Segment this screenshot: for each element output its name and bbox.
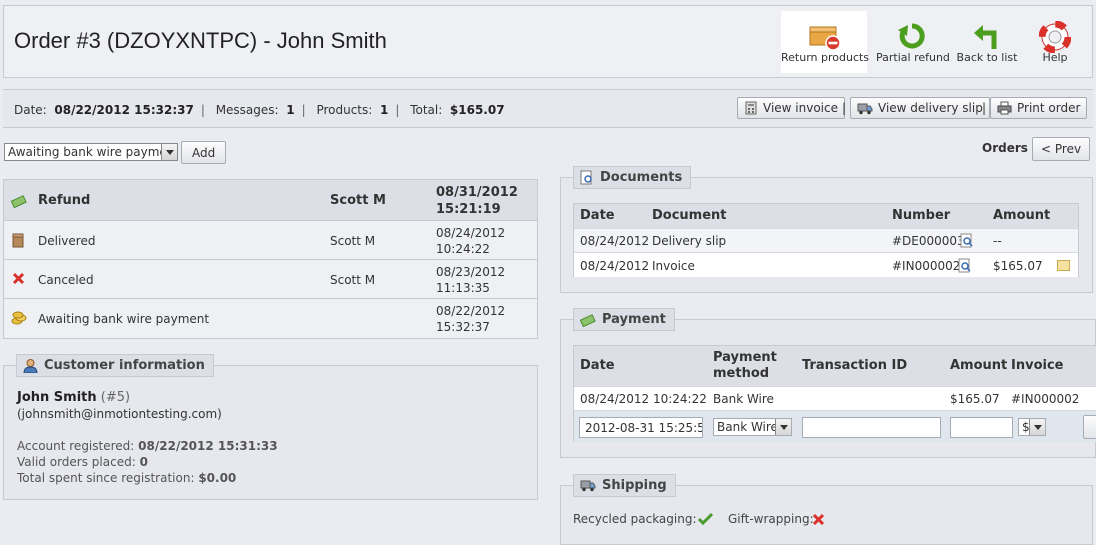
messages-count: 1: [286, 103, 295, 117]
payment-table: Date Payment method Transaction ID Amoun…: [573, 345, 1096, 442]
order-history-table: Refund Scott M 08/31/2012 15:21:19 Deliv…: [3, 179, 538, 339]
back-to-list-button[interactable]: Back to list: [956, 11, 1018, 73]
history-date: 08/24/2012: [436, 226, 506, 240]
transaction-id-input[interactable]: [802, 417, 941, 438]
money-icon: [11, 195, 27, 208]
truck-icon: [857, 103, 873, 114]
cross-icon: [812, 513, 825, 526]
package-return-icon: [809, 26, 841, 51]
history-date: 08/23/2012: [436, 265, 506, 279]
history-status: Refund: [38, 193, 91, 208]
view-invoice-button[interactable]: View invoice: [737, 97, 845, 119]
history-time: 10:24:22: [436, 242, 490, 256]
order-date: 08/22/2012 15:32:37: [54, 103, 194, 117]
order-total: $165.07: [449, 103, 505, 117]
chevron-down-icon: [161, 144, 177, 160]
history-employee: Scott M: [330, 193, 386, 208]
table-row: 08/24/2012 Delivery slip #DE000003 --: [574, 228, 1078, 252]
prev-order-button[interactable]: < Prev: [1032, 137, 1091, 161]
add-status-button[interactable]: Add: [181, 141, 227, 164]
gift-wrapping: Gift-wrapping:: [728, 512, 814, 526]
table-row: Delivered Scott M 08/24/2012 10:24:22: [4, 221, 537, 260]
page-title: Order #3 (DZOYXNTPC) - John Smith: [14, 28, 387, 53]
toolbar-separator: |: [842, 101, 847, 115]
history-status: Delivered: [38, 234, 96, 248]
printer-icon: [997, 101, 1012, 115]
payment-legend: Payment: [573, 308, 675, 331]
user-icon: [23, 359, 38, 373]
history-time: 11:13:35: [436, 281, 490, 295]
payment-amount-input[interactable]: [950, 417, 1013, 438]
order-summary: Date: 08/22/2012 15:32:37 | Messages: 1 | …: [14, 103, 505, 117]
payment-date-input[interactable]: 2012-08-31 15:25:57: [579, 417, 703, 438]
help-button[interactable]: Help: [1028, 11, 1082, 73]
partial-refund-button[interactable]: Partial refund: [876, 11, 950, 73]
products-count: 1: [379, 103, 389, 117]
check-icon: [698, 512, 713, 525]
table-header-row: Date Payment method Transaction ID Amoun…: [574, 346, 1096, 386]
return-products-button[interactable]: Return products: [781, 11, 870, 73]
truck-icon: [580, 480, 596, 492]
back-arrow-icon: [974, 25, 997, 49]
table-row: 08/24/2012 Invoice #IN000002 $165.07: [574, 252, 1078, 277]
return-products-label: Return products: [781, 51, 870, 64]
history-time: 15:21:19: [436, 202, 501, 217]
payment-method-select[interactable]: Bank Wire: [713, 418, 792, 436]
customer-info-legend: Customer information: [16, 354, 214, 377]
add-payment-button[interactable]: [1083, 415, 1096, 439]
history-status: Canceled: [38, 273, 94, 287]
toolbar-separator: |: [982, 101, 987, 115]
documents-table: Date Document Number Amount 08/24/2012 D…: [573, 203, 1079, 277]
document-search-icon: [580, 170, 592, 185]
money-icon: [580, 313, 596, 327]
document-number-link[interactable]: #DE000003: [892, 234, 965, 248]
document-number-link[interactable]: #IN000002: [892, 259, 960, 273]
shipping-legend: Shipping: [573, 474, 676, 497]
cross-icon: [12, 272, 25, 285]
view-document-icon[interactable]: [960, 233, 974, 249]
history-time: 15:32:37: [436, 320, 490, 334]
refresh-arrow-icon: [898, 23, 925, 49]
table-row: Refund Scott M 08/31/2012 15:21:19: [4, 180, 537, 221]
orders-nav-label: Orders :: [982, 141, 1036, 155]
history-date: 08/22/2012: [436, 304, 506, 318]
valid-orders: Valid orders placed: 0: [17, 455, 148, 469]
table-row: Awaiting bank wire payment 08/22/2012 15…: [4, 299, 537, 338]
calculator-icon: [745, 101, 757, 115]
order-status-select[interactable]: Awaiting bank wire payment: [4, 143, 178, 161]
view-document-icon[interactable]: [958, 258, 972, 274]
currency-select[interactable]: $: [1018, 418, 1046, 436]
back-to-list-label: Back to list: [956, 51, 1018, 64]
history-date: 08/31/2012: [436, 185, 518, 200]
customer-name: John Smith: [17, 390, 97, 405]
table-header-row: Date Document Number Amount: [574, 204, 1078, 228]
customer-name-line: John Smith (#5): [17, 390, 130, 405]
table-row: 08/24/2012 10:24:22 Bank Wire $165.07 #I…: [574, 386, 1096, 410]
partial-refund-label: Partial refund: [876, 51, 950, 64]
recycled-packaging: Recycled packaging:: [573, 512, 697, 526]
history-employee: Scott M: [330, 273, 376, 287]
history-employee: Scott M: [330, 234, 376, 248]
print-order-button[interactable]: Print order: [990, 97, 1088, 119]
account-registered: Account registered: 08/22/2012 15:31:33: [17, 439, 278, 453]
note-icon[interactable]: [1057, 260, 1070, 271]
total-spent: Total spent since registration: $0.00: [17, 471, 237, 485]
table-row: Canceled Scott M 08/23/2012 11:13:35: [4, 260, 537, 299]
lifebuoy-icon: [1039, 21, 1071, 53]
chevron-down-icon: [1029, 419, 1045, 435]
coins-icon: [11, 311, 27, 325]
documents-legend: Documents: [573, 166, 692, 189]
customer-id: (#5): [100, 390, 131, 405]
chevron-down-icon: [775, 419, 791, 435]
history-status: Awaiting bank wire payment: [38, 312, 210, 326]
help-label: Help: [1042, 51, 1068, 64]
customer-email: (johnsmith@inmotiontesting.com): [17, 407, 222, 421]
view-delivery-slip-button[interactable]: View delivery slip: [850, 97, 990, 119]
payment-form-row: 2012-08-31 15:25:57 Bank Wire $: [574, 410, 1096, 442]
box-icon: [12, 233, 24, 248]
